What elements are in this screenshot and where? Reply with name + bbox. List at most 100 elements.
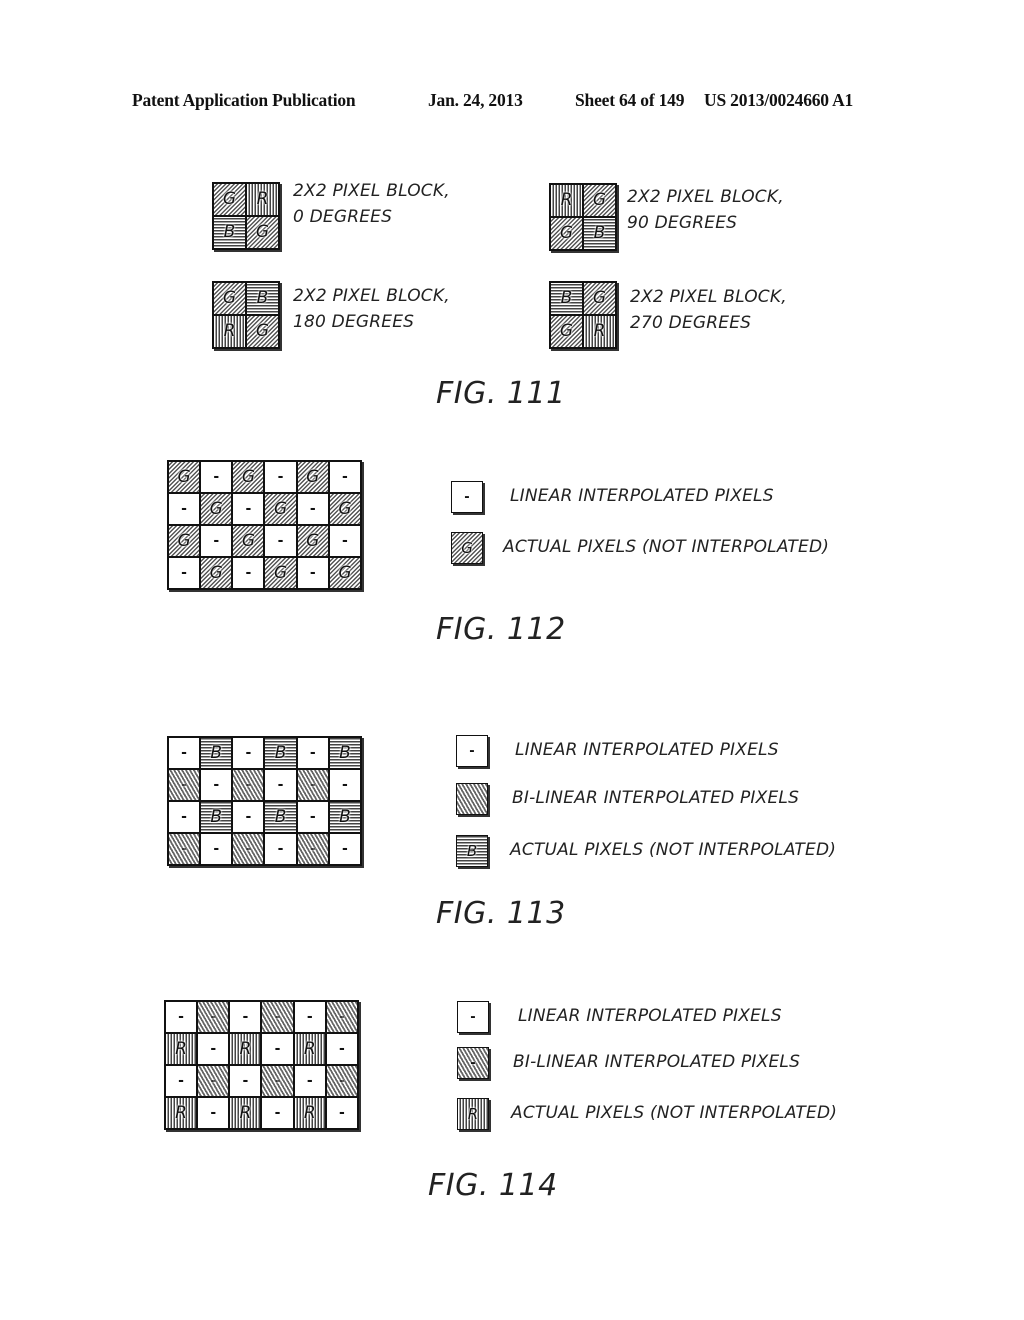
- block-label-line1: 2X2 PIXEL BLOCK,: [630, 287, 787, 307]
- linear-interpolated-cell: -: [297, 558, 328, 588]
- actual-pixel-cell-g: G: [169, 462, 200, 492]
- pixel-letter: R: [593, 321, 606, 341]
- cell-symbol: -: [210, 1105, 217, 1121]
- bilinear-interpolated-cell: -: [326, 1002, 357, 1032]
- cell-symbol: -: [213, 469, 220, 485]
- cell-symbol: -: [309, 501, 316, 517]
- cell-symbol: R: [239, 1038, 252, 1059]
- cell-symbol: G: [209, 562, 223, 583]
- cell-symbol: -: [339, 1009, 345, 1025]
- pixel-letter: G: [222, 189, 237, 209]
- cell-symbol: G: [209, 498, 223, 519]
- actual-pixel-cell-r: R: [166, 1098, 197, 1128]
- cell-symbol: -: [210, 1009, 217, 1025]
- cell-symbol: -: [309, 841, 316, 857]
- cell-symbol: -: [210, 1073, 217, 1089]
- pixel-cell-g: G: [214, 283, 245, 314]
- cell-symbol: -: [245, 841, 252, 857]
- linear-interpolated-cell: -: [262, 1098, 293, 1128]
- actual-pixel-cell-b: B: [265, 738, 296, 768]
- cell-symbol: B: [210, 806, 223, 827]
- cell-symbol: -: [277, 841, 284, 857]
- pixel-letter: G: [222, 288, 237, 308]
- linear-interpolated-cell: -: [329, 834, 360, 864]
- legend-label: ACTUAL PIXELS (NOT INTERPOLATED): [510, 840, 837, 860]
- legend-swatch-B: B: [456, 835, 488, 867]
- cell-symbol: -: [339, 1041, 345, 1057]
- legend-label: ACTUAL PIXELS (NOT INTERPOLATED): [511, 1103, 838, 1123]
- pixel-block-0-degrees: GRBG: [212, 182, 280, 250]
- legend-symbol: -: [464, 489, 470, 505]
- linear-interpolated-cell: -: [294, 1066, 325, 1096]
- cell-symbol: -: [342, 777, 348, 793]
- linear-interpolated-cell: -: [265, 462, 296, 492]
- actual-pixel-cell-b: B: [265, 802, 296, 832]
- bayer-green-grid: G-G-G--G-G-GG-G-G--G-G-G: [167, 460, 362, 590]
- legend-swatch-bi: -: [457, 1047, 489, 1079]
- legend-symbol: B: [466, 841, 478, 860]
- linear-interpolated-cell: -: [265, 834, 296, 864]
- pixel-cell-r: R: [214, 316, 245, 347]
- cell-symbol: -: [245, 777, 252, 793]
- legend-symbol: R: [467, 1104, 479, 1123]
- cell-symbol: -: [181, 745, 187, 761]
- linear-interpolated-cell: -: [201, 834, 232, 864]
- cell-symbol: -: [181, 565, 187, 581]
- cell-symbol: B: [274, 806, 287, 827]
- cell-symbol: -: [245, 745, 252, 761]
- actual-pixel-cell-g: G: [201, 558, 232, 588]
- pixel-cell-g: G: [551, 316, 582, 347]
- actual-pixel-cell-g: G: [297, 526, 328, 556]
- pixel-letter: B: [593, 223, 606, 243]
- figure-caption-113: FIG. 113: [436, 896, 566, 931]
- cell-symbol: -: [309, 745, 316, 761]
- cell-symbol: G: [273, 562, 288, 583]
- bilinear-interpolated-cell: -: [198, 1002, 229, 1032]
- linear-interpolated-cell: -: [265, 526, 296, 556]
- patent-number: US 2013/0024660 A1: [704, 90, 854, 110]
- pixel-block-180-degrees: GBRG: [212, 281, 280, 349]
- linear-interpolated-cell: -: [233, 802, 264, 832]
- legend-symbol: -: [469, 743, 475, 759]
- actual-pixel-cell-b: B: [201, 738, 232, 768]
- linear-interpolated-cell: -: [297, 738, 328, 768]
- bilinear-interpolated-cell: -: [198, 1066, 229, 1096]
- linear-interpolated-cell: -: [169, 738, 200, 768]
- block-label-line2: 180 DEGREES: [293, 312, 415, 332]
- actual-pixel-cell-g: G: [329, 494, 360, 524]
- pixel-cell-g: G: [247, 217, 278, 248]
- publication-date: Jan. 24, 2013: [428, 90, 523, 110]
- linear-interpolated-cell: -: [262, 1034, 293, 1064]
- legend-label: BI-LINEAR INTERPOLATED PIXELS: [512, 788, 800, 808]
- cell-symbol: G: [177, 466, 191, 487]
- actual-pixel-cell-g: G: [233, 462, 264, 492]
- figure-caption-114: FIG. 114: [428, 1168, 558, 1203]
- linear-interpolated-cell: -: [201, 462, 232, 492]
- linear-interpolated-cell: -: [198, 1034, 229, 1064]
- bilinear-interpolated-cell: -: [262, 1066, 293, 1096]
- actual-pixel-cell-r: R: [294, 1098, 325, 1128]
- pixel-cell-b: B: [214, 217, 245, 248]
- bilinear-interpolated-cell: -: [326, 1066, 357, 1096]
- bilinear-interpolated-cell: -: [233, 770, 264, 800]
- bilinear-interpolated-cell: -: [297, 770, 328, 800]
- cell-symbol: -: [181, 777, 187, 793]
- block-label-0-degrees: 2X2 PIXEL BLOCK, 0 DEGREES: [293, 178, 450, 230]
- linear-interpolated-cell: -: [169, 802, 200, 832]
- linear-interpolated-cell: -: [230, 1066, 261, 1096]
- cell-symbol: -: [342, 469, 348, 485]
- actual-pixel-cell-r: R: [166, 1034, 197, 1064]
- cell-symbol: -: [306, 1009, 313, 1025]
- actual-pixel-cell-b: B: [201, 802, 232, 832]
- pixel-cell-g: G: [551, 218, 582, 249]
- cell-symbol: R: [175, 1038, 187, 1059]
- cell-symbol: -: [213, 533, 220, 549]
- cell-symbol: -: [242, 1073, 249, 1089]
- pixel-letter: B: [256, 288, 269, 308]
- cell-symbol: -: [245, 809, 252, 825]
- linear-interpolated-cell: -: [230, 1002, 261, 1032]
- linear-interpolated-cell: -: [326, 1034, 357, 1064]
- pixel-cell-r: R: [551, 185, 582, 216]
- block-label-line1: 2X2 PIXEL BLOCK,: [627, 187, 784, 207]
- pixel-letter: B: [223, 222, 236, 242]
